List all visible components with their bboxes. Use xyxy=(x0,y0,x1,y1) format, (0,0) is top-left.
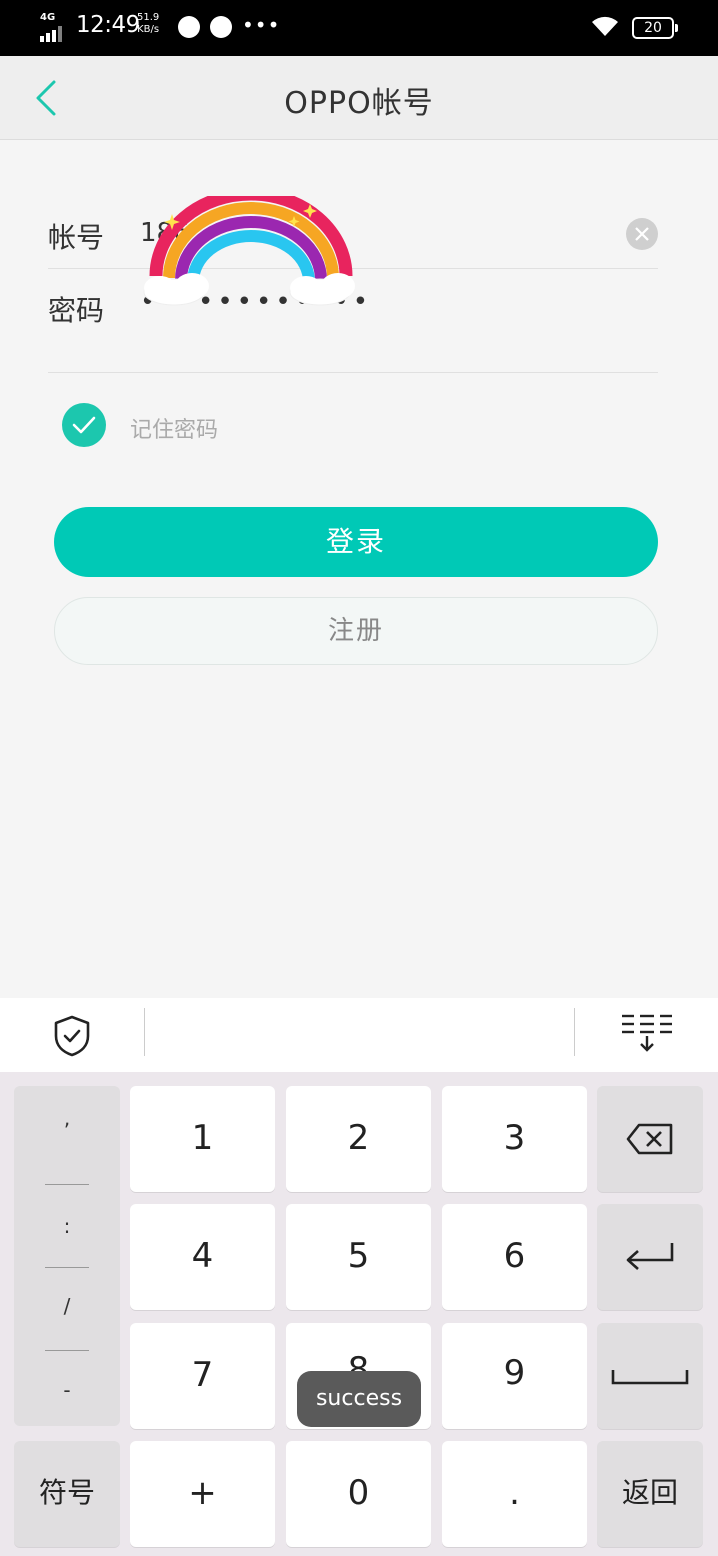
battery-icon: 20 xyxy=(632,17,678,39)
signal-icon xyxy=(40,26,68,42)
symbol-column[interactable]: , : / - xyxy=(14,1086,120,1426)
key-6[interactable]: 6 xyxy=(442,1204,587,1310)
enter-key[interactable] xyxy=(597,1204,703,1310)
key-4[interactable]: 4 xyxy=(130,1204,275,1310)
toast-message: success xyxy=(297,1371,421,1427)
keyboard-toolbar xyxy=(0,998,718,1072)
speed-value: 51.9 xyxy=(137,12,160,23)
wechat-icon xyxy=(210,16,232,38)
page-title: OPPO帐号 xyxy=(284,86,434,121)
symbols-key[interactable]: 符号 xyxy=(14,1441,120,1547)
clear-icon[interactable] xyxy=(626,218,658,250)
enter-icon xyxy=(626,1243,674,1270)
symbol-divider xyxy=(45,1267,89,1268)
return-key[interactable]: 返回 xyxy=(597,1441,703,1547)
symbol-key[interactable]: / xyxy=(14,1294,120,1318)
wifi-icon xyxy=(592,16,618,36)
login-button[interactable]: 登录 xyxy=(54,507,658,577)
toolbar-divider xyxy=(574,1008,575,1056)
symbol-key[interactable]: , xyxy=(14,1106,120,1130)
checkbox-checked-icon[interactable] xyxy=(62,403,106,447)
space-key[interactable] xyxy=(597,1323,703,1429)
rainbow-sticker xyxy=(143,196,355,306)
key-3[interactable]: 3 xyxy=(442,1086,587,1192)
speed-unit: KB/s xyxy=(137,24,160,35)
key-7[interactable]: 7 xyxy=(130,1323,275,1429)
more-notifications-icon: ••• xyxy=(242,13,281,37)
key-1[interactable]: 1 xyxy=(130,1086,275,1192)
music-app-icon xyxy=(178,16,200,38)
status-bar: 4G 12:49 51.9 KB/s ••• 20 xyxy=(0,0,718,56)
space-icon xyxy=(611,1370,689,1385)
clock: 12:49 xyxy=(76,12,140,38)
numeric-keyboard: , : / - 1 2 3 4 5 6 7 8 9 符号 + 0 . 返回 xyxy=(0,1072,718,1556)
network-type: 4G xyxy=(40,12,56,23)
key-9[interactable]: 9 xyxy=(442,1323,587,1429)
register-button[interactable]: 注册 xyxy=(54,597,658,665)
symbol-divider xyxy=(45,1184,89,1185)
network-speed: 51.9 KB/s xyxy=(137,12,159,36)
security-shield-icon[interactable] xyxy=(52,1014,92,1058)
backspace-icon xyxy=(626,1123,673,1155)
key-5[interactable]: 5 xyxy=(286,1204,431,1310)
hide-keyboard-icon[interactable] xyxy=(620,1012,674,1056)
key-2[interactable]: 2 xyxy=(286,1086,431,1192)
symbol-key[interactable]: : xyxy=(14,1214,120,1238)
app-header: OPPO帐号 xyxy=(0,56,718,140)
toolbar-divider xyxy=(144,1008,145,1056)
symbol-divider xyxy=(45,1350,89,1351)
key-plus[interactable]: + xyxy=(130,1441,275,1547)
backspace-key[interactable] xyxy=(597,1086,703,1192)
account-label: 帐号 xyxy=(48,221,105,254)
password-label: 密码 xyxy=(48,294,105,327)
symbol-key[interactable]: - xyxy=(14,1378,120,1402)
key-dot[interactable]: . xyxy=(442,1441,587,1547)
remember-password-label: 记住密码 xyxy=(130,418,219,443)
key-0[interactable]: 0 xyxy=(286,1441,431,1547)
